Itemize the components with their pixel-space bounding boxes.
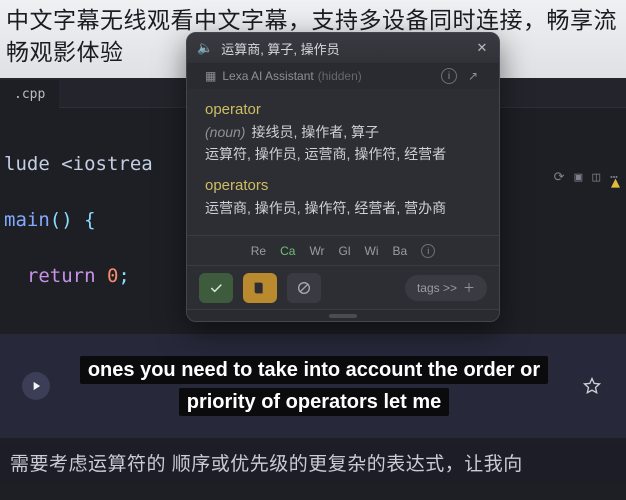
subtitle-english: ones you need to take into account the o… bbox=[62, 354, 566, 418]
dict-tab-re[interactable]: Re bbox=[251, 244, 266, 258]
dictionary-header[interactable]: 🔈 运算商, 算子, 操作员 ✕ bbox=[187, 33, 499, 63]
dictionary-entry-2: operators 运营商, 操作员, 操作符, 经营者, 营办商 bbox=[205, 175, 481, 219]
dictionary-actions: tags >> ＋ bbox=[187, 265, 499, 309]
mark-known-button[interactable] bbox=[199, 273, 233, 303]
tags-label: tags >> bbox=[417, 281, 457, 295]
star-icon bbox=[582, 376, 602, 396]
code-line-blank-3 bbox=[0, 234, 153, 262]
entry-def-line1: 接线员, 操作者, 算子 bbox=[251, 124, 379, 140]
ignore-button[interactable] bbox=[287, 273, 321, 303]
subtitle-english-text: ones you need to take into account the o… bbox=[80, 356, 548, 416]
book-icon bbox=[252, 280, 268, 296]
split-icon[interactable]: ◫ bbox=[592, 164, 600, 192]
dictionary-resize-grip[interactable] bbox=[187, 309, 499, 321]
dictionary-popup: 🔈 运算商, 算子, 操作员 ✕ ▦ Lexa AI Assistant (hi… bbox=[186, 32, 500, 322]
assistant-label: Lexa AI Assistant bbox=[222, 69, 313, 83]
dictionary-entry-1: operator (noun) 接线员, 操作者, 算子 运算符, 操作员, 运营… bbox=[205, 99, 481, 165]
entry-def: 运营商, 操作员, 操作符, 经营者, 营办商 bbox=[205, 197, 481, 219]
entry-word: operators bbox=[205, 175, 481, 197]
favorite-button[interactable] bbox=[580, 374, 604, 398]
dict-tab-wr[interactable]: Wr bbox=[309, 244, 324, 258]
dict-tab-ca[interactable]: Ca bbox=[280, 244, 295, 258]
code-line-main: main() { bbox=[0, 206, 153, 234]
play-button[interactable] bbox=[22, 372, 50, 400]
editor-tab-label: .cpp bbox=[14, 81, 45, 109]
subtitle-chinese-bar: 需要考虑运算符的 顺序或优先级的更复杂的表达式，让我向 bbox=[0, 442, 626, 482]
speaker-icon[interactable]: 🔈 bbox=[197, 40, 213, 56]
editor-toolbar-icons: ⟳ ▣ ◫ ⋯ bbox=[554, 164, 618, 192]
subtitle-chinese-text: 需要考虑运算符的 顺序或优先级的更复杂的表达式，让我向 bbox=[10, 449, 523, 476]
editor-tab-cpp[interactable]: .cpp bbox=[0, 80, 59, 110]
video-subtitle-strip: ones you need to take into account the o… bbox=[0, 334, 626, 438]
info-icon[interactable]: i bbox=[441, 68, 457, 84]
ban-icon bbox=[296, 280, 312, 296]
assistant-hidden-label: (hidden) bbox=[318, 69, 362, 83]
plus-icon: ＋ bbox=[463, 279, 475, 296]
assistant-icon: ▦ bbox=[205, 69, 216, 83]
info-icon[interactable]: i bbox=[421, 244, 435, 258]
entry-def-line2: 运算符, 操作员, 运营商, 操作符, 经营者 bbox=[205, 143, 481, 165]
close-icon[interactable]: ✕ bbox=[473, 39, 491, 57]
code-lines: lude <iostrea main() { return 0; bbox=[0, 122, 153, 290]
external-link-icon[interactable]: ↗ bbox=[465, 68, 481, 84]
code-line-blank-1 bbox=[0, 122, 153, 150]
dict-tab-wi[interactable]: Wi bbox=[365, 244, 379, 258]
entry-word: operator bbox=[205, 99, 481, 121]
code-line-return: return 0; bbox=[0, 262, 153, 290]
dictionary-source-tabs: Re Ca Wr Gl Wi Ba i bbox=[187, 235, 499, 265]
play-icon bbox=[29, 379, 43, 393]
code-line-blank-2 bbox=[0, 178, 153, 206]
code-line-include: lude <iostrea bbox=[0, 150, 153, 178]
dictionary-assistant-row[interactable]: ▦ Lexa AI Assistant (hidden) i ↗ bbox=[187, 63, 499, 89]
dict-tab-gl[interactable]: Gl bbox=[339, 244, 351, 258]
add-to-wordbook-button[interactable] bbox=[243, 273, 277, 303]
more-icon[interactable]: ⋯ bbox=[610, 164, 618, 192]
sync-icon[interactable]: ⟳ bbox=[554, 164, 565, 192]
layout-icon[interactable]: ▣ bbox=[575, 164, 583, 192]
dictionary-body: operator (noun) 接线员, 操作者, 算子 运算符, 操作员, 运营… bbox=[187, 89, 499, 235]
dictionary-header-title: 运算商, 算子, 操作员 bbox=[221, 39, 339, 58]
dict-tab-ba[interactable]: Ba bbox=[393, 244, 408, 258]
entry-pos: (noun) bbox=[205, 124, 245, 140]
check-icon bbox=[208, 280, 224, 296]
grip-icon bbox=[329, 314, 357, 318]
tags-button[interactable]: tags >> ＋ bbox=[405, 275, 487, 301]
